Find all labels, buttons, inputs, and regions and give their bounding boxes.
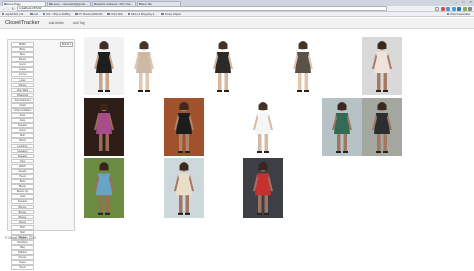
page-favicon-icon (138, 3, 141, 6)
other-bookmarks[interactable]: Other bookmarks (446, 12, 470, 16)
brand-filter-button[interactable]: BCBG (11, 42, 34, 47)
bookmark-star-icon[interactable] (435, 6, 439, 11)
extension-icon[interactable] (440, 6, 445, 11)
brand-filter-button[interactable]: Boots (11, 138, 34, 144)
brand-filter-button[interactable]: Blouse (11, 209, 34, 215)
brand-filter-button[interactable]: Nine West (11, 87, 34, 93)
reload-icon[interactable]: ↻ (11, 7, 15, 11)
brand-filter-button[interactable]: Boots (11, 219, 34, 225)
brand-filter-button[interactable]: Mango (11, 82, 34, 88)
extension-icon[interactable] (462, 6, 467, 11)
brand-filter-button[interactable]: Necklace (11, 240, 34, 245)
extension-icon[interactable] (446, 6, 450, 11)
page-favicon-icon (3, 3, 6, 6)
back-icon[interactable]: ← (2, 7, 6, 11)
brand-filter-button[interactable]: Guess (11, 67, 34, 73)
wrench-icon[interactable] (468, 6, 472, 11)
filter-sidebar: BCBG Bebe Blue Dance Gucci Guess J.Crew Lulus Ma… (7, 39, 75, 271)
brand-filter-button[interactable]: J.Crew (11, 72, 34, 78)
brand-filter-button[interactable]: Uniqlo (11, 102, 34, 108)
brand-filter-button[interactable]: Button-Up (11, 189, 34, 194)
outfit-photo-5[interactable] (362, 37, 402, 95)
maximize-icon[interactable]: □ (460, 0, 467, 5)
brand-filter-button[interactable]: Zara (11, 113, 34, 118)
bookmark-item[interactable]: Hill - 72hp to 2048hp (42, 12, 70, 16)
brand-filter-button[interactable]: Shirt (11, 224, 34, 230)
brand-filter-button[interactable]: Sweaters (11, 148, 34, 154)
brand-filter-button[interactable]: Bebe (11, 47, 34, 52)
outfit-photo-11[interactable] (84, 158, 124, 218)
bookmark-icon (2, 12, 5, 16)
app-brand[interactable]: ClosetTracker (5, 20, 40, 26)
brand-filter-button[interactable]: Blue (11, 52, 34, 57)
outfit-photo-7[interactable] (164, 98, 204, 156)
brand-filter-button[interactable]: Lulus (11, 77, 34, 83)
bookmark-item[interactable]: Violin Wiki (107, 12, 123, 16)
brand-filter-button[interactable]: Coat (11, 194, 34, 200)
app-navbar: ClosetTracker Add Article Add Tag (0, 18, 474, 29)
brand-filter-button[interactable]: Urban Outfitters (11, 108, 34, 113)
outfit-photo-2[interactable] (124, 37, 164, 95)
nav-add-tag[interactable]: Add Tag (73, 21, 85, 25)
bookmark-item[interactable]: Closet Clipper (161, 13, 181, 16)
brand-filter-button[interactable]: Belts (11, 179, 34, 184)
outfit-photo-4[interactable] (283, 37, 323, 95)
brand-filter-button[interactable]: Dress (11, 260, 34, 266)
forward-icon[interactable]: → (7, 7, 11, 11)
bookmark-icon (42, 12, 46, 16)
address-bar[interactable]: localhost:26720/ (16, 6, 387, 11)
mail-favicon-icon (48, 3, 51, 6)
outfit-photo-13[interactable] (243, 158, 283, 218)
brand-filter-button[interactable]: Sweater (11, 123, 34, 128)
outfit-photo-1[interactable] (84, 37, 124, 95)
bookmark-icon (75, 12, 78, 16)
filter-select[interactable]: Brand ▾ (60, 42, 73, 47)
outfit-photo-9[interactable] (322, 98, 362, 156)
brand-filter-button[interactable]: Sweater (11, 199, 34, 205)
brand-filter-button[interactable]: Heels (11, 265, 34, 271)
outfit-photo-6[interactable] (84, 98, 124, 156)
outfit-photo-10[interactable] (362, 98, 402, 156)
brand-filter-button[interactable]: Sam Edelman (11, 97, 34, 103)
bookmark-item[interactable]: Menu & Shopping &... (127, 12, 156, 16)
bookmark-item[interactable]: osd (30, 13, 38, 16)
brand-filter-button[interactable]: Jeans (11, 128, 34, 134)
nav-add-article[interactable]: Add Article (49, 21, 64, 25)
outfit-photo-8[interactable] (243, 98, 283, 156)
brand-filter-button[interactable]: Watch (11, 163, 34, 169)
bookmark-icon (127, 12, 131, 16)
brand-filter-button[interactable]: Dance (11, 57, 34, 62)
extension-icon[interactable] (457, 6, 461, 11)
brand-filter-button[interactable]: Tops (11, 158, 34, 164)
outfit-photo-3[interactable] (203, 37, 243, 95)
brand-filter-button[interactable]: Jewelry (11, 168, 34, 174)
brand-filter-button[interactable]: Blazer (11, 184, 34, 189)
brand-filter-button[interactable]: Patagonia (11, 92, 34, 98)
bookmarks-bar: appfetch01 | 24... osd Hill - 72hp to 20… (0, 12, 474, 17)
brand-filter-button[interactable]: Leggings (11, 143, 34, 149)
extension-icon[interactable] (451, 6, 456, 11)
brand-filter-button[interactable]: Sweater (11, 153, 34, 159)
brand-filter-button[interactable]: Blouse (11, 214, 34, 220)
minimize-icon[interactable]: – (453, 0, 460, 5)
brand-filter-button[interactable]: Bag (11, 245, 34, 250)
brand-filter-button[interactable]: Skirt (11, 229, 34, 235)
outfit-photo-12[interactable] (164, 158, 204, 218)
brand-filter-button[interactable]: Pumps (11, 255, 34, 260)
folder-icon (446, 12, 450, 16)
brand-filter-button[interactable]: Blouse (11, 204, 34, 210)
bookmark-item[interactable]: TV Shows (2002-06) (75, 13, 102, 16)
footer-copyright: © ClosetTracker 2012 (5, 236, 36, 240)
page-favicon-icon (93, 3, 96, 6)
brand-filter-button[interactable]: Gucci (11, 62, 34, 67)
brand-filter-button[interactable]: Skirt (11, 133, 34, 139)
brand-filter-button[interactable]: Zara (11, 118, 34, 123)
brand-filter-button[interactable]: Stilettos (11, 250, 34, 255)
bookmark-icon (30, 12, 33, 16)
close-icon[interactable]: ✕ (467, 0, 474, 5)
bookmark-icon (161, 12, 164, 16)
brand-filter-button[interactable]: Heels (11, 174, 34, 179)
bookmark-item[interactable]: appfetch01 | 24... (2, 13, 25, 16)
bookmark-icon (107, 12, 110, 16)
